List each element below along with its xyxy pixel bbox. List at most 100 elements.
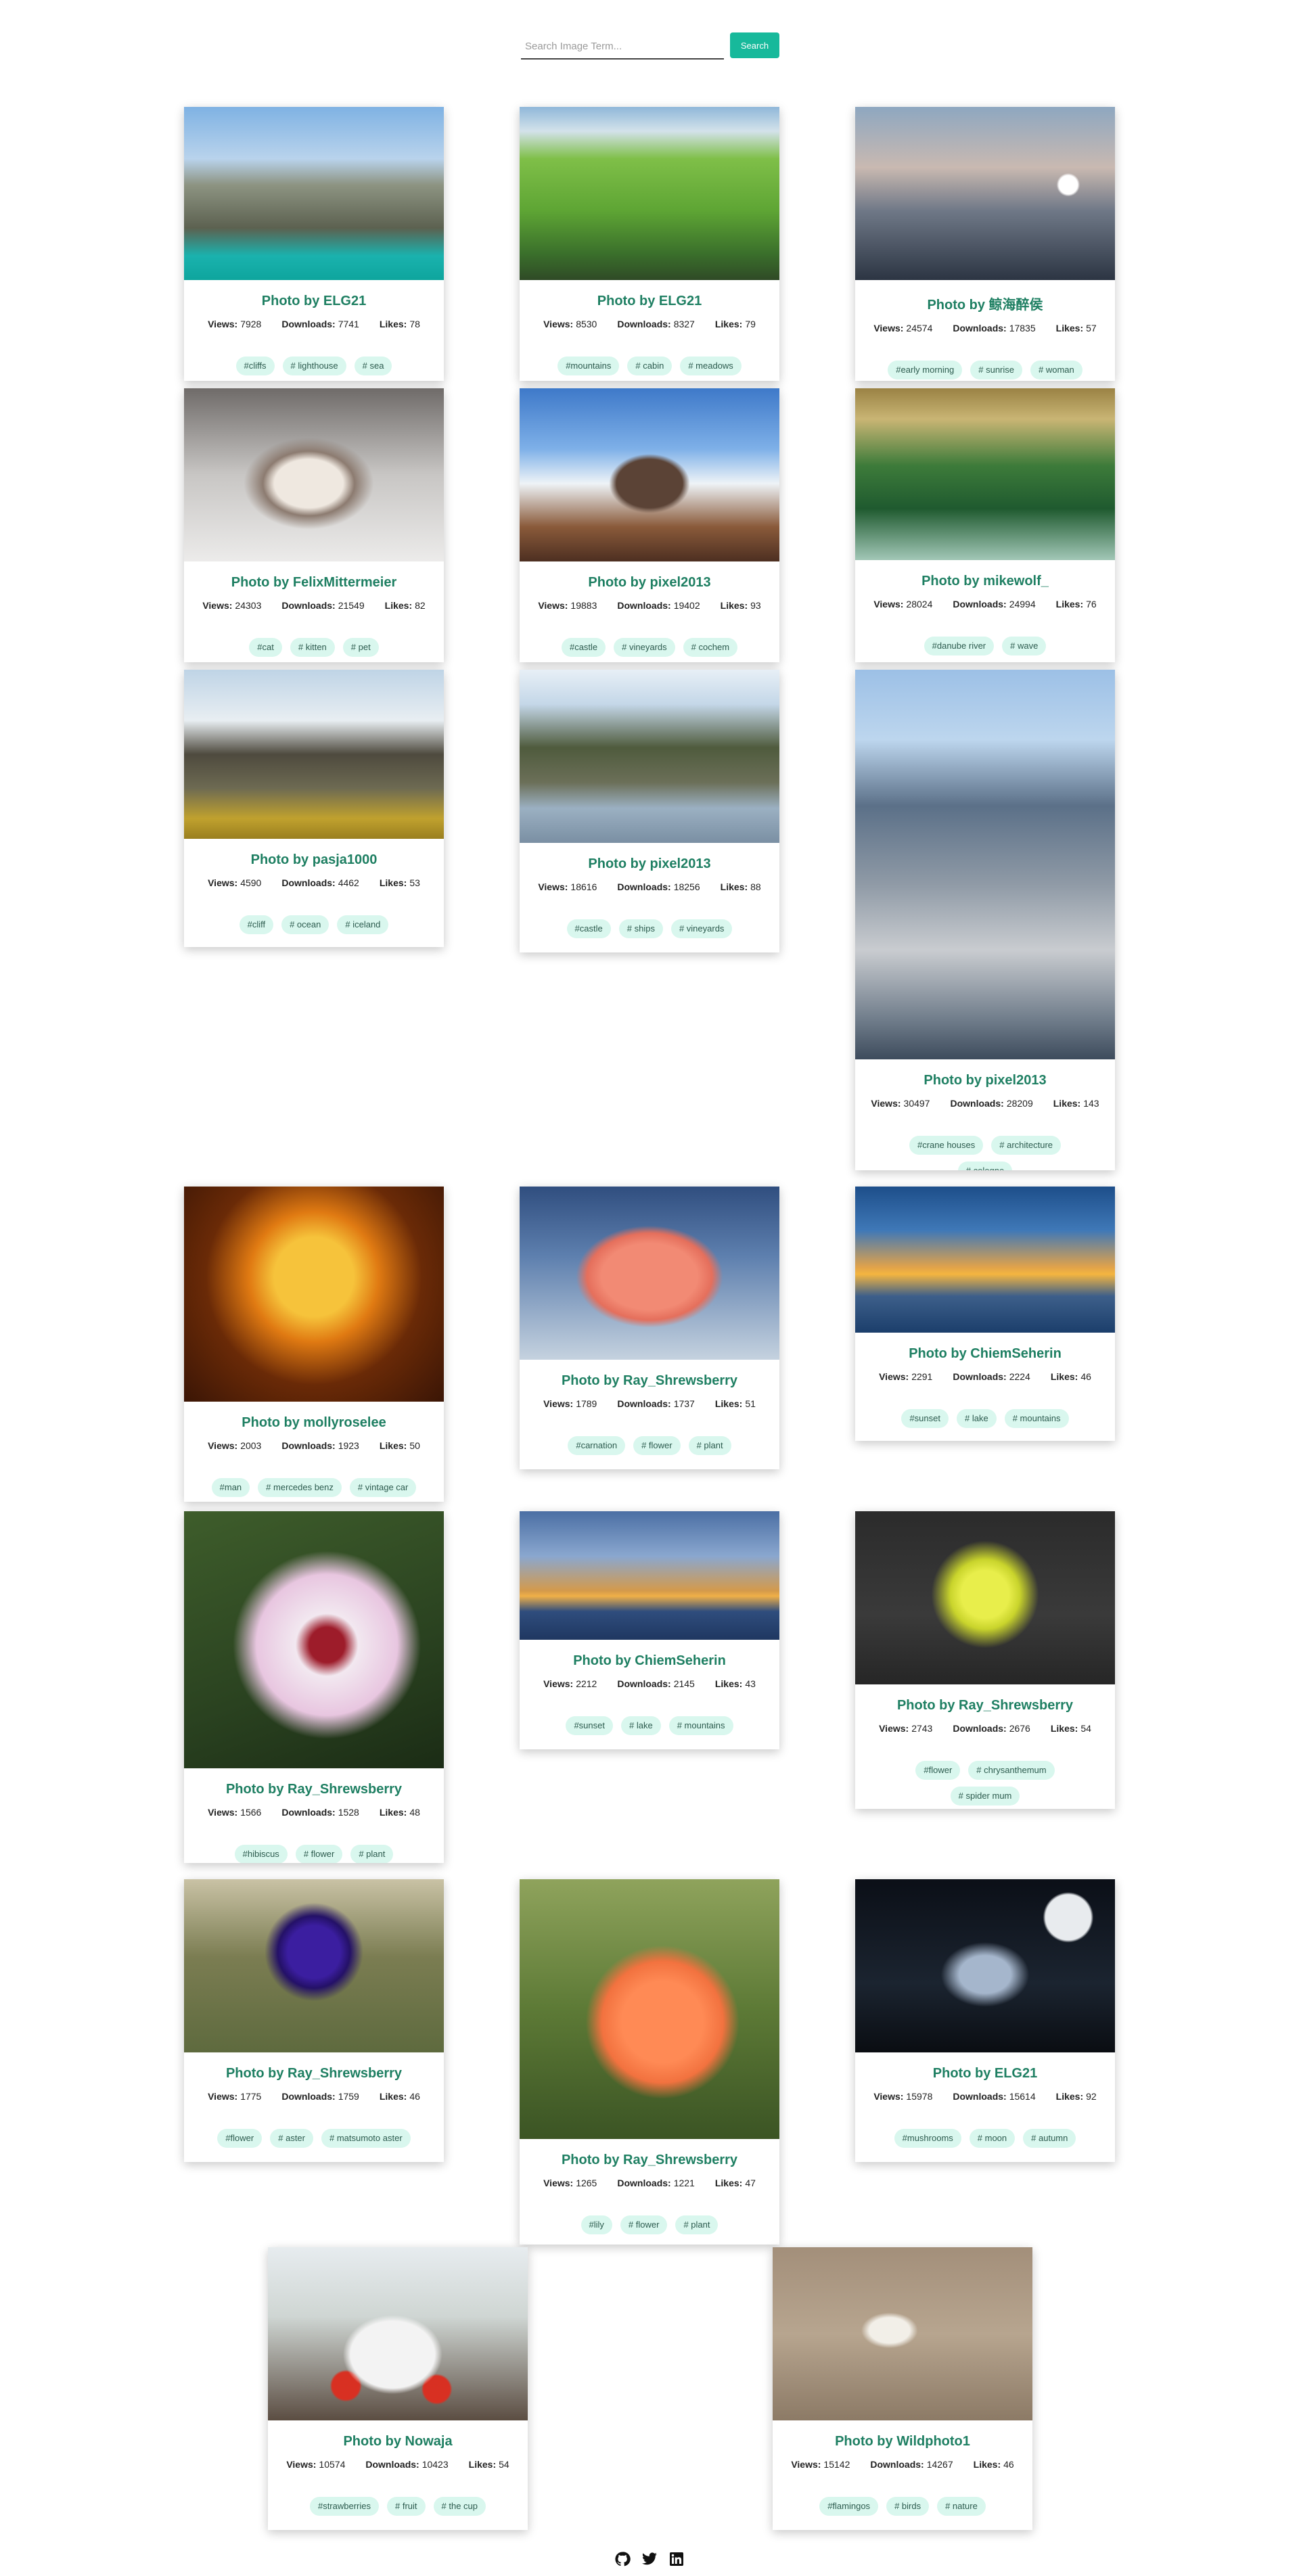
photo-card[interactable]: Photo by Nowaja Views: 10574 Downloads: 1042… bbox=[268, 2247, 528, 2530]
photo-card[interactable]: Photo by FelixMittermeier Views: 24303 Down… bbox=[184, 388, 444, 662]
tag-chip[interactable]: # ocean bbox=[281, 915, 329, 934]
tag-chip[interactable]: #crane houses bbox=[909, 1136, 984, 1155]
tag-chip[interactable]: # moon bbox=[969, 2129, 1016, 2148]
tag-chip[interactable]: # nature bbox=[937, 2497, 986, 2516]
github-icon[interactable] bbox=[614, 2550, 631, 2568]
photo-image[interactable] bbox=[855, 670, 1115, 1059]
tag-chip[interactable]: #sunset bbox=[901, 1409, 949, 1428]
tag-chip[interactable]: #cat bbox=[249, 638, 282, 657]
tag-chip[interactable]: # flower bbox=[633, 1436, 681, 1455]
photo-image[interactable] bbox=[184, 670, 444, 839]
tag-chip[interactable]: # mercedes benz bbox=[258, 1478, 342, 1497]
photo-image[interactable] bbox=[184, 1879, 444, 2052]
tag-chip[interactable]: # mountains bbox=[1004, 1409, 1069, 1428]
tag-chip[interactable]: # fruit bbox=[387, 2497, 426, 2516]
tag-chip[interactable]: # flower bbox=[620, 2215, 668, 2234]
tag-chip[interactable]: # pet bbox=[342, 638, 379, 657]
tag-chip[interactable]: # lake bbox=[621, 1716, 661, 1735]
photo-image[interactable] bbox=[184, 107, 444, 280]
search-button[interactable]: Search bbox=[730, 32, 779, 58]
tag-chip[interactable]: #carnation bbox=[568, 1436, 626, 1455]
tag-chip[interactable]: # flower bbox=[295, 1845, 343, 1863]
tag-chip[interactable]: #cliff bbox=[239, 915, 274, 934]
tag-chip[interactable]: # kitten bbox=[290, 638, 335, 657]
photo-card[interactable]: Photo by Ray_Shrewsberry Views: 1566 Downlo… bbox=[184, 1511, 444, 1863]
photo-card[interactable]: Photo by ELG21 Views: 15978 Downloads: 15614… bbox=[855, 1879, 1115, 2162]
tag-chip[interactable]: #sunset bbox=[566, 1716, 613, 1735]
tag-chip[interactable]: # lake bbox=[957, 1409, 997, 1428]
photo-card[interactable]: Photo by mikewolf_ Views: 28024 Downloads: 2… bbox=[855, 388, 1115, 662]
tag-chip[interactable]: # mountains bbox=[668, 1716, 733, 1735]
twitter-icon[interactable] bbox=[641, 2550, 658, 2568]
tag-chip[interactable]: # the cup bbox=[433, 2497, 486, 2516]
photo-image[interactable] bbox=[184, 388, 444, 561]
tag-chip[interactable]: # plant bbox=[688, 1436, 731, 1455]
tag-chip[interactable]: # lighthouse bbox=[282, 356, 346, 375]
photo-image[interactable] bbox=[520, 388, 779, 561]
photo-card[interactable]: Photo by pixel2013 Views: 19883 Downloads: 1… bbox=[520, 388, 779, 662]
tag-chip[interactable]: #hibiscus bbox=[234, 1845, 288, 1863]
tag-chip[interactable]: # sea bbox=[354, 356, 392, 375]
tag-chip[interactable]: # vintage car bbox=[349, 1478, 417, 1497]
photo-image[interactable] bbox=[855, 1187, 1115, 1333]
tag-chip[interactable]: # iceland bbox=[337, 915, 389, 934]
tag-chip[interactable]: #flower bbox=[915, 1761, 961, 1780]
tag-chip[interactable]: #mountains bbox=[557, 356, 620, 375]
photo-card[interactable]: Photo by ChiemSeherin Views: 2291 Downloads… bbox=[855, 1187, 1115, 1441]
tag-chip[interactable]: # vineyards bbox=[670, 919, 733, 938]
photo-card[interactable]: Photo by mollyroselee Views: 2003 Downloads… bbox=[184, 1187, 444, 1502]
tag-chip[interactable]: # wave bbox=[1002, 637, 1047, 656]
tag-chip[interactable]: #strawberries bbox=[309, 2497, 379, 2516]
tag-chip[interactable]: # cochem bbox=[683, 638, 738, 657]
photo-image[interactable] bbox=[520, 1511, 779, 1640]
tag-chip[interactable]: #man bbox=[211, 1478, 250, 1497]
tag-chip[interactable]: # chrysanthemum bbox=[968, 1761, 1055, 1780]
tag-chip[interactable]: # plant bbox=[350, 1845, 394, 1863]
tag-chip[interactable]: #castle bbox=[566, 919, 611, 938]
tag-chip[interactable]: #cliffs bbox=[235, 356, 275, 375]
photo-card[interactable]: Photo by 鲸海醉侯 Views: 24574 Downloads: 17835 L… bbox=[855, 107, 1115, 381]
photo-image[interactable] bbox=[184, 1511, 444, 1768]
photo-card[interactable]: Photo by Wildphoto1 Views: 15142 Downloads:… bbox=[773, 2247, 1032, 2530]
tag-chip[interactable]: # ships bbox=[618, 919, 663, 938]
photo-card[interactable]: Photo by ChiemSeherin Views: 2212 Downloads… bbox=[520, 1511, 779, 1749]
photo-card[interactable]: Photo by pasja1000 Views: 4590 Downloads: 44… bbox=[184, 670, 444, 947]
photo-image[interactable] bbox=[773, 2247, 1032, 2420]
tag-chip[interactable]: #castle bbox=[561, 638, 606, 657]
photo-image[interactable] bbox=[855, 1511, 1115, 1684]
photo-card[interactable]: Photo by Ray_Shrewsberry Views: 1775 Downlo… bbox=[184, 1879, 444, 2162]
photo-image[interactable] bbox=[184, 1187, 444, 1402]
tag-chip[interactable]: #danube river bbox=[924, 637, 995, 656]
tag-chip[interactable]: # aster bbox=[270, 2129, 313, 2148]
tag-chip[interactable]: # plant bbox=[675, 2215, 719, 2234]
tag-chip[interactable]: # spider mum bbox=[950, 1787, 1020, 1806]
linkedin-icon[interactable] bbox=[668, 2550, 685, 2568]
photo-card[interactable]: Photo by pixel2013 Views: 30497 Downloads: 2… bbox=[855, 670, 1115, 1170]
photo-image[interactable] bbox=[855, 107, 1115, 280]
photo-image[interactable] bbox=[855, 388, 1115, 560]
photo-image[interactable] bbox=[268, 2247, 528, 2420]
tag-chip[interactable]: # cabin bbox=[627, 356, 673, 375]
tag-chip[interactable]: # sunrise bbox=[970, 361, 1022, 380]
photo-image[interactable] bbox=[520, 670, 779, 843]
tag-chip[interactable]: # matsumoto aster bbox=[321, 2129, 411, 2148]
tag-chip[interactable]: #mushrooms bbox=[894, 2129, 961, 2148]
tag-chip[interactable]: #flamingos bbox=[819, 2497, 879, 2516]
photo-card[interactable]: Photo by ELG21 Views: 7928 Downloads: 7741 Li… bbox=[184, 107, 444, 381]
tag-chip[interactable]: # autumn bbox=[1023, 2129, 1076, 2148]
tag-chip[interactable]: # cologne bbox=[957, 1162, 1013, 1170]
photo-card[interactable]: Photo by pixel2013 Views: 18616 Downloads: 1… bbox=[520, 670, 779, 952]
photo-image[interactable] bbox=[520, 1879, 779, 2139]
photo-image[interactable] bbox=[520, 107, 779, 280]
tag-chip[interactable]: #flower bbox=[217, 2129, 263, 2148]
photo-card[interactable]: Photo by Ray_Shrewsberry Views: 1789 Downlo… bbox=[520, 1187, 779, 1469]
photo-card[interactable]: Photo by Ray_Shrewsberry Views: 1265 Downlo… bbox=[520, 1879, 779, 2245]
tag-chip[interactable]: # vineyards bbox=[614, 638, 675, 657]
tag-chip[interactable]: #lily bbox=[580, 2215, 612, 2234]
tag-chip[interactable]: # meadows bbox=[680, 356, 742, 375]
tag-chip[interactable]: # woman bbox=[1030, 361, 1082, 380]
search-input[interactable] bbox=[521, 34, 724, 60]
photo-card[interactable]: Photo by ELG21 Views: 8530 Downloads: 8327 Li… bbox=[520, 107, 779, 381]
tag-chip[interactable]: #early morning bbox=[888, 361, 963, 380]
photo-image[interactable] bbox=[520, 1187, 779, 1360]
